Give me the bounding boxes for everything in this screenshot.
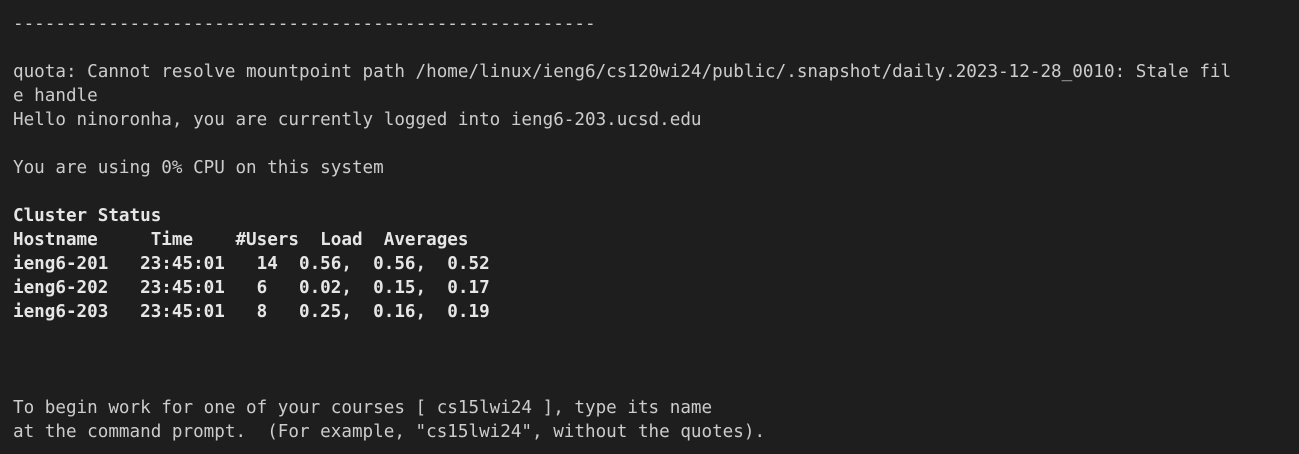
course-instructions-line-1: To begin work for one of your courses [ … — [13, 398, 713, 418]
cluster-status-title: Cluster Status — [13, 206, 162, 226]
separator-line: ----------------------------------------… — [13, 14, 596, 34]
quota-error-line-wrap: e handle — [13, 86, 98, 106]
cluster-row-ieng6-201: ieng6-201 23:45:01 14 0.56, 0.56, 0.52 — [13, 254, 490, 274]
course-instructions-line-2: at the command prompt. (For example, "cs… — [13, 422, 766, 442]
cluster-status-header: Hostname Time #Users Load Averages — [13, 230, 469, 250]
quota-error-line: quota: Cannot resolve mountpoint path /h… — [13, 62, 1232, 82]
terminal-output[interactable]: ----------------------------------------… — [0, 0, 1299, 454]
login-greeting-line: Hello ninoronha, you are currently logge… — [13, 110, 702, 130]
cluster-row-ieng6-203: ieng6-203 23:45:01 8 0.25, 0.16, 0.19 — [13, 302, 490, 322]
cluster-row-ieng6-202: ieng6-202 23:45:01 6 0.02, 0.15, 0.17 — [13, 278, 490, 298]
cpu-usage-line: You are using 0% CPU on this system — [13, 158, 384, 178]
